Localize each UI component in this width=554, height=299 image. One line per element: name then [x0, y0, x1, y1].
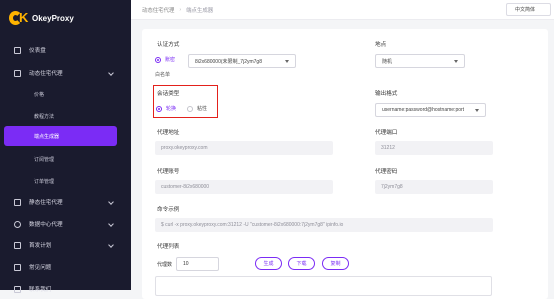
globe-icon — [14, 220, 21, 228]
session-type-label: 会话类型 — [157, 91, 180, 97]
copy-button[interactable]: 复制 — [322, 257, 349, 270]
proxy-password-label: 代理密码 — [375, 169, 398, 175]
proxy-port-label: 代理端口 — [375, 130, 398, 136]
breadcrumb-item[interactable]: 动态住宅代理 — [142, 6, 174, 14]
sidebar-item-static-residential[interactable]: 静态住宅代理 — [0, 192, 131, 212]
brand-name: OkeyProxy — [32, 13, 74, 23]
top-bar: 动态住宅代理 › 端点生成器 中文简体 — [131, 0, 554, 20]
generate-button[interactable]: 生成 — [255, 257, 282, 270]
breadcrumb-current: 端点生成器 — [186, 8, 214, 14]
breadcrumb-separator-icon: › — [179, 7, 182, 13]
monitor-icon — [14, 46, 21, 54]
sidebar-subitem-orders[interactable]: 订单管理 — [0, 171, 131, 191]
proxy-password-field[interactable]: 7j2ym7g8 — [375, 180, 493, 194]
sidebar-subitem-endpoint-generator[interactable]: 端点生成器 — [4, 126, 117, 146]
proxy-account-label: 代理账号 — [157, 169, 180, 175]
session-radio-sticky[interactable]: 粘性 — [187, 105, 207, 112]
sidebar-item-contact[interactable]: 联系我们 — [0, 279, 131, 299]
chevron-down-icon — [108, 70, 114, 76]
caret-down-icon — [454, 60, 458, 63]
okeyproxy-logo-icon: K — [9, 11, 28, 25]
server-icon — [14, 198, 21, 206]
auth-radio-password[interactable]: 账密 — [155, 56, 175, 63]
sidebar-item-dashboard[interactable]: 仪表盘 — [0, 40, 131, 60]
breadcrumb: 动态住宅代理 › 端点生成器 — [142, 6, 213, 14]
session-radio-rotating[interactable]: 轮换 — [156, 105, 176, 112]
radio-dot-icon — [155, 56, 161, 63]
download-button[interactable]: 下载 — [288, 257, 315, 270]
account-select[interactable]: 8i2x680000(未限制_7j2ym7g8 — [188, 54, 296, 68]
command-example-field[interactable]: $ curl -x proxy.okeyproxy.com:31212 -U "… — [155, 218, 493, 232]
sidebar: K OkeyProxy 仪表盘 动态住宅代理 价格 教程方法 端点生成器 订阅管… — [0, 0, 131, 293]
proxy-address-label: 代理地址 — [157, 130, 180, 136]
auth-radio-whitelist[interactable]: 白名单 — [155, 71, 170, 78]
language-select[interactable]: 中文简体 — [506, 3, 551, 16]
location-select[interactable]: 随机 — [375, 54, 465, 68]
chevron-down-icon — [108, 199, 114, 205]
output-format-select[interactable]: username:password@hostname:port — [375, 103, 486, 117]
caret-down-icon — [475, 109, 479, 112]
proxy-account-field[interactable]: customer-8i2x680000 — [155, 180, 333, 194]
output-format-label: 输出格式 — [375, 91, 398, 97]
proxy-list-output[interactable] — [155, 276, 492, 296]
sidebar-subitem-pricing[interactable]: 价格 — [0, 84, 131, 104]
sidebar-item-datacenter[interactable]: 数据中心代理 — [0, 214, 131, 234]
sidebar-subitem-subscriptions[interactable]: 订阅管理 — [0, 149, 131, 169]
sidebar-item-launch-plan[interactable]: 首发计划 — [0, 235, 131, 255]
proxy-list-label: 代理列表 — [157, 244, 180, 250]
radio-dot-icon — [156, 105, 162, 112]
auth-method-label: 认证方式 — [157, 42, 180, 48]
proxy-count-label: 代理数 — [157, 262, 173, 268]
sidebar-item-dynamic-residential[interactable]: 动态住宅代理 — [0, 63, 131, 83]
chevron-down-icon — [108, 221, 114, 227]
proxy-address-field[interactable]: proxy.okeyproxy.com — [155, 141, 333, 155]
calendar-icon — [14, 241, 21, 249]
proxy-count-input[interactable]: 10 — [176, 257, 219, 271]
logo[interactable]: K OkeyProxy — [9, 9, 74, 27]
help-icon — [14, 263, 21, 271]
command-example-label: 命令示例 — [157, 207, 180, 213]
location-label: 地点 — [375, 42, 387, 48]
home-icon — [14, 69, 21, 77]
sidebar-item-faq[interactable]: 常见问题 — [0, 257, 131, 277]
caret-down-icon — [285, 60, 289, 63]
chevron-down-icon — [108, 242, 114, 248]
sidebar-subitem-tutorials[interactable]: 教程方法 — [0, 106, 131, 126]
contact-icon — [14, 285, 21, 293]
radio-dot-icon — [187, 105, 193, 112]
proxy-port-field[interactable]: 31212 — [375, 141, 493, 155]
